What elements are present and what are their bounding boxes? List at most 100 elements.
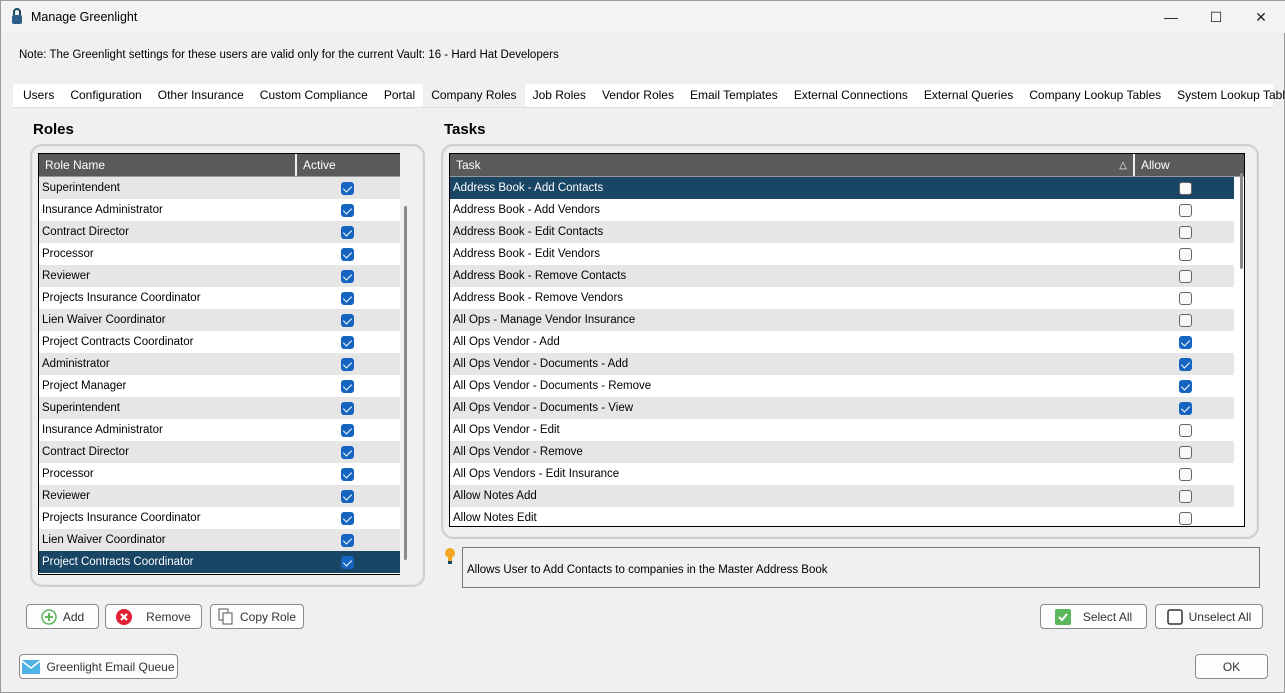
task-allow-checkbox[interactable] [1179,511,1192,525]
task-row[interactable]: All Ops Vendor - Documents - Remove [450,375,1234,397]
minimize-button[interactable]: — [1149,5,1193,29]
tab-custom-compliance[interactable]: Custom Compliance [252,84,376,107]
role-active-checkbox[interactable] [341,335,354,349]
tab-vendor-roles[interactable]: Vendor Roles [594,84,682,107]
column-header-active[interactable]: Active [297,154,336,176]
role-row[interactable]: Reviewer [39,265,400,287]
role-row[interactable]: Project Manager [39,375,400,397]
role-row[interactable]: Projects Insurance Coordinator [39,287,400,309]
tab-other-insurance[interactable]: Other Insurance [150,84,252,107]
task-row[interactable]: Address Book - Edit Contacts [450,221,1234,243]
role-row[interactable]: Processor [39,243,400,265]
task-row[interactable]: All Ops Vendor - Remove [450,441,1234,463]
role-row[interactable]: Superintendent [39,177,400,199]
tasks-heading: Tasks [444,121,486,138]
role-active-checkbox[interactable] [341,225,354,239]
role-row[interactable]: Contract Director [39,221,400,243]
task-row[interactable]: Address Book - Remove Contacts [450,265,1234,287]
tasks-scrollbar[interactable] [1240,173,1243,269]
role-active-checkbox[interactable] [341,511,354,525]
role-active-checkbox[interactable] [341,181,354,195]
task-row[interactable]: All Ops Vendors - Edit Insurance [450,463,1234,485]
tab-company-lookup-tables[interactable]: Company Lookup Tables [1021,84,1169,107]
task-allow-checkbox[interactable] [1179,401,1192,415]
task-row[interactable]: All Ops Vendor - Edit [450,419,1234,441]
role-row[interactable]: Reviewer [39,485,400,507]
task-allow-checkbox[interactable] [1179,291,1192,305]
role-active-checkbox[interactable] [341,423,354,437]
task-allow-checkbox[interactable] [1179,423,1192,437]
task-allow-checkbox[interactable] [1179,489,1192,503]
role-row[interactable]: Lien Waiver Coordinator [39,529,400,551]
task-row[interactable]: Address Book - Add Contacts [450,177,1234,199]
task-allow-checkbox[interactable] [1179,203,1192,217]
role-name: Reviewer [42,490,90,502]
task-allow-checkbox[interactable] [1179,269,1192,283]
role-active-checkbox[interactable] [341,203,354,217]
role-active-checkbox[interactable] [341,379,354,393]
column-header-role-name[interactable]: Role Name [39,154,297,176]
tab-portal[interactable]: Portal [376,84,423,107]
task-row[interactable]: Allow Notes Edit [450,507,1234,526]
task-allow-checkbox[interactable] [1179,225,1192,239]
task-row[interactable]: Address Book - Add Vendors [450,199,1234,221]
task-allow-checkbox[interactable] [1179,335,1192,349]
close-button[interactable]: ✕ [1239,5,1283,29]
tab-configuration[interactable]: Configuration [62,84,149,107]
task-row[interactable]: All Ops Vendor - Documents - View [450,397,1234,419]
role-active-checkbox[interactable] [341,313,354,327]
tab-system-lookup-tables[interactable]: System Lookup Tables [1169,84,1285,107]
task-allow-checkbox[interactable] [1179,379,1192,393]
role-active-checkbox[interactable] [341,467,354,481]
task-allow-checkbox[interactable] [1179,467,1192,481]
tab-users[interactable]: Users [15,84,62,107]
role-active-checkbox[interactable] [341,489,354,503]
role-row[interactable]: Processor [39,463,400,485]
role-active-checkbox[interactable] [341,533,354,547]
role-row[interactable]: Insurance Administrator [39,419,400,441]
tab-external-connections[interactable]: External Connections [786,84,916,107]
role-active-checkbox[interactable] [341,269,354,283]
role-row[interactable]: Project Contracts Coordinator [39,331,400,353]
tab-company-roles[interactable]: Company Roles [423,84,525,107]
task-allow-checkbox[interactable] [1179,247,1192,261]
task-allow-checkbox[interactable] [1179,445,1192,459]
task-row[interactable]: Address Book - Remove Vendors [450,287,1234,309]
tab-job-roles[interactable]: Job Roles [525,84,594,107]
role-active-checkbox[interactable] [341,247,354,261]
task-allow-checkbox[interactable] [1179,357,1192,371]
role-row[interactable]: Insurance Administrator [39,199,400,221]
role-active-checkbox[interactable] [341,445,354,459]
task-allow-checkbox[interactable] [1179,313,1192,327]
roles-scrollbar[interactable] [404,206,407,560]
role-row[interactable]: Lien Waiver Coordinator [39,309,400,331]
tab-email-templates[interactable]: Email Templates [682,84,786,107]
column-header-allow[interactable]: Allow [1135,154,1170,176]
unselect-all-label: Unselect All [1188,609,1252,624]
maximize-button[interactable]: ☐ [1194,5,1238,29]
task-row[interactable]: All Ops - Manage Vendor Insurance [450,309,1234,331]
column-header-task[interactable]: Task △ [450,154,1135,176]
ok-button[interactable]: OK [1195,654,1268,679]
task-row[interactable]: All Ops Vendor - Documents - Add [450,353,1234,375]
role-active-checkbox[interactable] [341,357,354,371]
email-queue-button[interactable]: Greenlight Email Queue [19,654,178,679]
task-row[interactable]: All Ops Vendor - Add [450,331,1234,353]
select-all-button[interactable]: Select All [1040,604,1147,629]
role-active-checkbox[interactable] [341,401,354,415]
role-row[interactable]: Superintendent [39,397,400,419]
role-active-checkbox[interactable] [341,291,354,305]
role-row[interactable]: Administrator [39,353,400,375]
role-row[interactable]: Projects Insurance Coordinator [39,507,400,529]
role-row[interactable]: Project Contracts Coordinator [39,551,400,573]
remove-button[interactable]: Remove [105,604,202,629]
role-row[interactable]: Contract Director [39,441,400,463]
role-active-checkbox[interactable] [341,555,354,569]
unselect-all-button[interactable]: Unselect All [1155,604,1263,629]
task-row[interactable]: Address Book - Edit Vendors [450,243,1234,265]
task-row[interactable]: Allow Notes Add [450,485,1234,507]
tab-external-queries[interactable]: External Queries [916,84,1021,107]
task-allow-checkbox[interactable] [1179,181,1192,195]
copy-role-button[interactable]: Copy Role [210,604,304,629]
add-button[interactable]: Add [26,604,99,629]
